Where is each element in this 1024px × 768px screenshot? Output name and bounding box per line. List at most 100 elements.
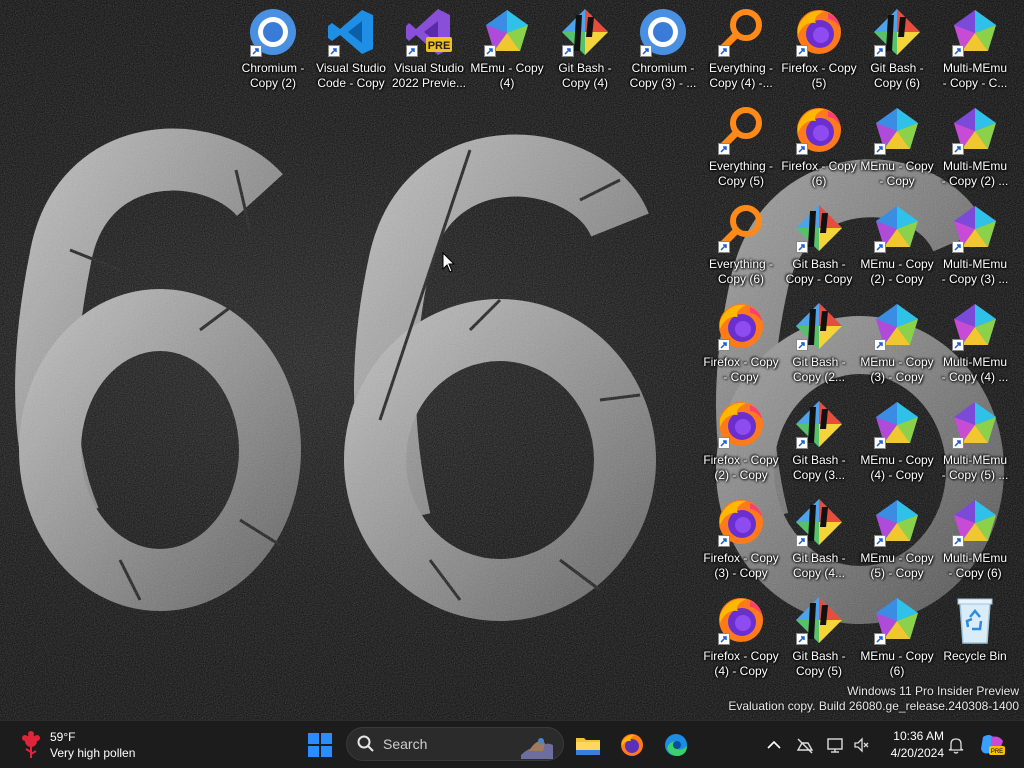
memu-icon: [872, 105, 922, 155]
desktop-icon-label: Everything - Copy (6): [708, 257, 774, 286]
desktop-icon-label: Git Bash - Copy - Copy: [785, 257, 853, 286]
memu-icon: [872, 301, 922, 351]
shortcut-arrow-icon: [796, 633, 808, 645]
desktop-icon-label: Firefox - Copy (2) - Copy: [703, 453, 779, 482]
desktop-icon[interactable]: Firefox - Copy - Copy: [702, 298, 780, 394]
desktop-icon-label: Multi-MEmu - Copy (4) ...: [941, 355, 1009, 384]
vscode-icon: [326, 7, 376, 57]
git-bash-icon: [794, 203, 844, 253]
copilot-preview-icon: PRE: [981, 735, 1005, 755]
desktop-icon[interactable]: Chromium - Copy (3) - ...: [624, 4, 702, 100]
search-icon: [357, 735, 374, 752]
desktop-icon[interactable]: Multi-MEmu - Copy (6): [936, 494, 1014, 590]
shortcut-arrow-icon: [952, 339, 964, 351]
weather-temperature: 59°F: [50, 730, 76, 744]
desktop-icon[interactable]: Recycle Bin: [936, 592, 1014, 688]
shortcut-arrow-icon: [328, 45, 340, 57]
desktop-icon[interactable]: Everything - Copy (6): [702, 200, 780, 296]
git-bash-icon: [794, 595, 844, 645]
desktop-icon-label: Git Bash - Copy (3...: [792, 453, 846, 482]
desktop-icon[interactable]: Git Bash - Copy (4): [546, 4, 624, 100]
multi-memu-icon: [950, 399, 1000, 449]
chevron-up-icon[interactable]: [764, 735, 784, 755]
desktop-icon[interactable]: Firefox - Copy (3) - Copy: [702, 494, 780, 590]
shortcut-arrow-icon: [952, 45, 964, 57]
shortcut-arrow-icon: [874, 633, 886, 645]
watermark-edition: Windows 11 Pro Insider Preview: [847, 684, 1019, 698]
pollen-icon: [22, 731, 40, 758]
desktop-icon[interactable]: PRE Visual Studio 2022 Previe...: [390, 4, 468, 100]
desktop-icon[interactable]: Firefox - Copy (5): [780, 4, 858, 100]
desktop-icon-label: Git Bash - Copy (2...: [792, 355, 846, 384]
shortcut-arrow-icon: [718, 339, 730, 351]
memu-icon: [872, 203, 922, 253]
desktop-icon[interactable]: Chromium - Copy (2): [234, 4, 312, 100]
desktop-icon-label: MEmu - Copy (3) - Copy: [860, 355, 934, 384]
shortcut-arrow-icon: [796, 143, 808, 155]
desktop-icon[interactable]: Git Bash - Copy (3...: [780, 396, 858, 492]
desktop-icon[interactable]: Firefox - Copy (2) - Copy: [702, 396, 780, 492]
everything-icon: [716, 7, 766, 57]
copilot-button[interactable]: PRE: [974, 725, 1010, 765]
display-icon[interactable]: [826, 735, 846, 755]
desktop-icon[interactable]: Everything - Copy (5): [702, 102, 780, 198]
desktop-icon[interactable]: Git Bash - Copy - Copy: [780, 200, 858, 296]
git-bash-icon: [794, 399, 844, 449]
taskbar-edge[interactable]: [656, 725, 696, 765]
desktop-icon[interactable]: MEmu - Copy - Copy: [858, 102, 936, 198]
desktop-icon[interactable]: MEmu - Copy (4): [468, 4, 546, 100]
taskbar-clock[interactable]: 10:36 AM 4/20/2024: [880, 728, 944, 762]
network-disconnected-icon[interactable]: [795, 735, 815, 755]
chromium-icon: [248, 7, 298, 57]
desktop-icon[interactable]: Multi-MEmu - Copy (3) ...: [936, 200, 1014, 296]
desktop-icon-label: MEmu - Copy (4) - Copy: [860, 453, 934, 482]
desktop-icon-label: MEmu - Copy (4): [470, 61, 544, 90]
desktop-icon[interactable]: MEmu - Copy (3) - Copy: [858, 298, 936, 394]
edge-icon: [665, 734, 687, 756]
volume-muted-icon[interactable]: [852, 735, 872, 755]
desktop-icon-label: Multi-MEmu - Copy - C...: [942, 61, 1008, 90]
desktop-icon[interactable]: Git Bash - Copy (5): [780, 592, 858, 688]
desktop-icon-label: Everything - Copy (5): [708, 159, 774, 188]
desktop-icon[interactable]: MEmu - Copy (4) - Copy: [858, 396, 936, 492]
shortcut-arrow-icon: [718, 45, 730, 57]
desktop-icon[interactable]: MEmu - Copy (2) - Copy: [858, 200, 936, 296]
desktop-icon[interactable]: MEmu - Copy (6): [858, 592, 936, 688]
taskbar-firefox[interactable]: [612, 725, 652, 765]
desktop-icon-label: Visual Studio Code - Copy: [316, 61, 386, 90]
shortcut-arrow-icon: [250, 45, 262, 57]
desktop-icon[interactable]: Git Bash - Copy (2...: [780, 298, 858, 394]
memu-icon: [482, 7, 532, 57]
desktop-icon-label: Chromium - Copy (2): [241, 61, 305, 90]
clock-time: 10:36 AM: [893, 729, 944, 743]
shortcut-arrow-icon: [484, 45, 496, 57]
weather-widget[interactable]: 59°F Very high pollen: [18, 727, 135, 763]
shortcut-arrow-icon: [952, 437, 964, 449]
git-bash-icon: [794, 497, 844, 547]
shortcut-arrow-icon: [952, 535, 964, 547]
shortcut-arrow-icon: [796, 339, 808, 351]
shortcut-arrow-icon: [874, 339, 886, 351]
mouse-cursor-icon: [442, 251, 456, 279]
desktop-icon[interactable]: Git Bash - Copy (4...: [780, 494, 858, 590]
everything-icon: [716, 105, 766, 155]
taskbar-file-explorer[interactable]: [568, 725, 608, 765]
notification-bell-icon[interactable]: [946, 735, 966, 755]
taskbar-search[interactable]: Search: [346, 727, 564, 761]
desktop-icon-label: Git Bash - Copy (6): [870, 61, 924, 90]
desktop-icon[interactable]: Git Bash - Copy (6): [858, 4, 936, 100]
desktop-icon-label: MEmu - Copy (6): [860, 649, 934, 678]
desktop-icon[interactable]: Multi-MEmu - Copy - C...: [936, 4, 1014, 100]
desktop-icon[interactable]: MEmu - Copy (5) - Copy: [858, 494, 936, 590]
firefox-icon: [794, 7, 844, 57]
desktop-icon[interactable]: Firefox - Copy (6): [780, 102, 858, 198]
start-button[interactable]: [300, 725, 340, 765]
desktop-icon[interactable]: Visual Studio Code - Copy: [312, 4, 390, 100]
desktop-icon[interactable]: Everything - Copy (4) -...: [702, 4, 780, 100]
desktop-icon[interactable]: Multi-MEmu - Copy (4) ...: [936, 298, 1014, 394]
desktop-icon[interactable]: Multi-MEmu - Copy (5) ...: [936, 396, 1014, 492]
desktop-icon[interactable]: Firefox - Copy (4) - Copy: [702, 592, 780, 688]
windows-logo-icon: [308, 733, 332, 757]
multi-memu-icon: [950, 203, 1000, 253]
desktop-icon[interactable]: Multi-MEmu - Copy (2) ...: [936, 102, 1014, 198]
